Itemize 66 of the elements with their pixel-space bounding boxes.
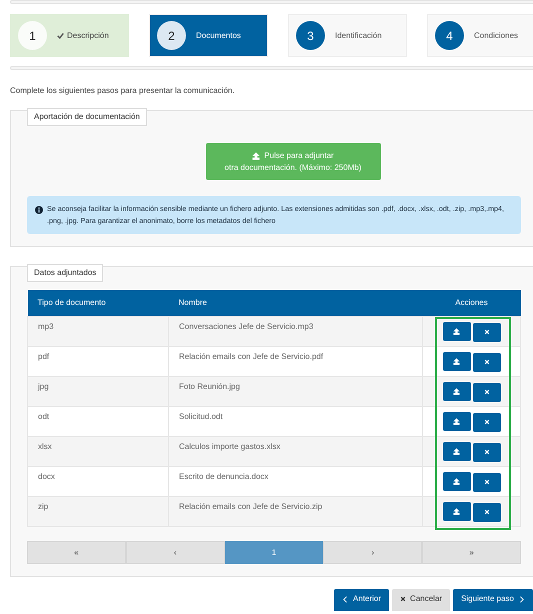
table-cell: pdf: [28, 346, 168, 377]
table-cell: Relación emails con Jefe de Servicio.pdf: [168, 346, 422, 377]
info-icon: [35, 206, 43, 214]
download-button[interactable]: [442, 352, 470, 372]
delete-button[interactable]: [472, 442, 500, 462]
table-cell: Foto Reunión.jpg: [168, 376, 422, 407]
table-cell: Calculos importe gastos.xlsx: [168, 436, 422, 467]
column-header: Nombre: [168, 290, 422, 317]
page-button[interactable]: «: [27, 541, 126, 564]
step-number: 2: [157, 21, 186, 50]
page-button[interactable]: ›: [323, 541, 422, 564]
close-icon: [400, 596, 406, 602]
close-icon: [484, 329, 490, 336]
section-legend: Aportación de documentación: [27, 108, 147, 126]
column-header: Acciones: [422, 290, 520, 317]
step-number: 1: [18, 21, 47, 50]
close-icon: [484, 449, 490, 456]
close-icon: [484, 359, 490, 366]
delete-button[interactable]: [472, 412, 500, 432]
step-tab[interactable]: 1 Descripción: [10, 14, 129, 57]
delete-button[interactable]: [472, 502, 500, 522]
chevron-left-icon: [342, 594, 350, 604]
download-button[interactable]: [442, 382, 470, 402]
download-button[interactable]: [442, 412, 470, 432]
download-button[interactable]: [442, 502, 470, 522]
close-icon: [484, 509, 490, 516]
step-tab[interactable]: 2 Documentos: [149, 14, 268, 57]
step-label: Identificación: [335, 30, 382, 42]
table-cell: zip: [28, 496, 168, 527]
table-cell: docx: [28, 466, 168, 497]
download-button[interactable]: [442, 472, 470, 492]
download-button[interactable]: [442, 322, 470, 342]
intro-text: Complete los siguientes pasos para presentar la comunicación.: [10, 85, 236, 97]
table-cell: mp3: [28, 316, 168, 347]
close-icon: [484, 419, 490, 426]
next-button[interactable]: Siguiente paso: [453, 589, 533, 612]
table-cell: Relación emails con Jefe de Servicio.zip: [168, 496, 422, 527]
delete-button[interactable]: [472, 322, 500, 342]
check-icon: [57, 32, 64, 39]
table-cell: jpg: [28, 376, 168, 407]
section-legend: Datos adjuntados: [27, 264, 104, 282]
table-cell: Conversaciones Jefe de Servicio.mp3: [168, 316, 422, 347]
step-number: 4: [435, 21, 464, 50]
cancel-button[interactable]: Cancelar: [392, 589, 450, 612]
close-icon: [484, 389, 490, 396]
step-tab[interactable]: 3 Identificación: [288, 14, 407, 57]
page-button[interactable]: »: [422, 541, 521, 564]
step-label: Descripción: [67, 30, 109, 42]
column-header: Tipo de documento: [28, 290, 168, 317]
upload-icon: [252, 152, 260, 160]
close-icon: [484, 479, 490, 486]
step-label: Condiciones: [474, 30, 518, 42]
download-button[interactable]: [442, 442, 470, 462]
table-cell: Solicitud.odt: [168, 406, 422, 437]
step-label: Documentos: [196, 30, 241, 42]
delete-button[interactable]: [472, 352, 500, 372]
page-button[interactable]: ‹: [126, 541, 225, 564]
table-cell: xlsx: [28, 436, 168, 467]
delete-button[interactable]: [472, 472, 500, 492]
step-number: 3: [296, 21, 325, 50]
table-cell: odt: [28, 406, 168, 437]
delete-button[interactable]: [472, 382, 500, 402]
step-tab[interactable]: 4 Condiciones: [427, 14, 533, 57]
chevron-right-icon: [518, 594, 525, 604]
back-button[interactable]: Anterior: [334, 589, 390, 612]
table-cell: Escrito de denuncia.docx: [168, 466, 422, 497]
